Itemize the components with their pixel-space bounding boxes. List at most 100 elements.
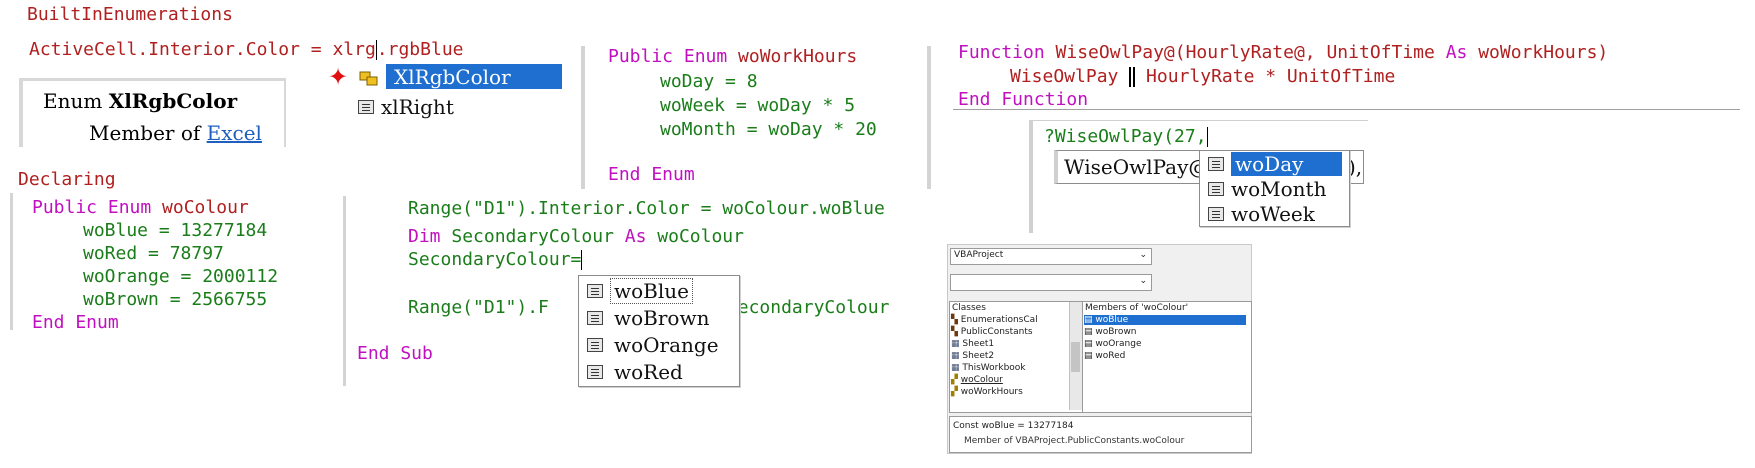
module-icon: ▚ [951,315,958,325]
member-item[interactable]: ▤ woOrange [1084,339,1142,349]
using-line-2: Dim SecondaryColour As woColour [408,225,744,248]
constant-icon [587,310,603,325]
member-item[interactable]: ▤ woRed [1084,351,1125,361]
code-typed: xlrg [332,39,376,60]
class-item[interactable]: ▦ Sheet2 [951,351,994,361]
type-name: woColour [646,226,744,247]
enum-member-line: woRed = 78797 [83,243,224,264]
classes-scrollbar[interactable] [1069,302,1082,410]
tooltip-tail: ), [1348,155,1363,179]
list-item-label: woDay [1231,151,1342,176]
constant-icon [1208,156,1224,171]
member-label: woRed [1095,351,1126,361]
enum-member-line: woDay = 8 [660,71,758,92]
enum-member-line: woBrown = 2566755 [83,289,268,310]
list-item-woblue[interactable]: woBlue [579,277,739,304]
object-browser-panel: VBAProject ⌄ ⌄ Classes ▚ EnumerationsCal… [947,244,1252,454]
text-cursor [1206,127,1208,147]
chevron-down-icon: ⌄ [1139,276,1147,286]
constant-icon [587,364,603,379]
chevron-down-icon: ⌄ [1139,250,1147,260]
classes-header: Classes [952,303,986,313]
class-item[interactable]: ▚ PublicConstants [951,327,1033,337]
enum-member-line: woWeek = woDay * 5 [660,95,856,116]
function-signature: Function WiseOwlPay@(HourlyRate@, UnitOf… [958,41,1608,64]
tooltip-keyword: Enum [43,89,109,113]
list-item-wobrown[interactable]: woBrown [579,304,739,331]
scrollbar-thumb[interactable] [1071,342,1080,372]
heading-declaring: Declaring [18,169,116,190]
class-label: woColour [960,375,1003,385]
constant-icon [1208,206,1224,221]
tooltip-enum-name: XlRgbColor [108,89,238,113]
class-item[interactable]: ▞ woColour [951,375,1003,385]
sheet-icon: ▦ [951,339,960,349]
search-dropdown[interactable]: ⌄ [950,274,1152,291]
enum-member-line: woMonth = woDay * 20 [660,119,877,140]
constant-icon [358,99,374,114]
list-item-womonth[interactable]: woMonth [1200,176,1349,201]
list-item-woweek[interactable]: woWeek [1200,201,1349,226]
immediate-input[interactable]: ?WiseOwlPay(27, [1044,125,1208,148]
details-pane: Const woBlue = 13277184 Member of VBAPro… [949,416,1252,453]
project-dropdown[interactable]: VBAProject ⌄ [950,248,1152,265]
enum-workhours-header: Public Enum woWorkHours [608,45,857,68]
assignment-text: SecondaryColour= [408,249,582,270]
procedure-separator [953,109,1740,110]
list-item-xlright[interactable]: xlRight [358,94,454,119]
list-item-xlrgbcolor[interactable]: XlRgbColor [386,64,562,89]
immediate-text: ?WiseOwlPay(27, [1044,126,1207,147]
code-line-activecell: ActiveCell.Interior.Color = xlrg.rgbBlue [29,38,464,61]
code-window-border-left [581,46,585,189]
class-item[interactable]: ▚ EnumerationsCal [951,315,1038,325]
class-item[interactable]: ▦ ThisWorkbook [951,363,1026,373]
list-item-label: XlRgbColor [394,64,511,89]
tooltip-excel-link[interactable]: Excel [207,121,262,145]
red-star-icon: ✦ [328,63,349,91]
tooltip-member-of: Member of [89,121,207,145]
tooltip-title: Enum XlRgbColor [43,89,237,113]
list-item-wored[interactable]: woRed [579,358,739,385]
body-part: WiseOwlPay [1010,66,1130,87]
class-item[interactable]: ▞ woWorkHours [951,387,1023,397]
members-header: Members of 'woColour' [1085,303,1189,313]
classes-pane[interactable]: Classes ▚ EnumerationsCal ▚ PublicConsta… [949,301,1083,413]
list-item-label: xlRight [381,94,454,119]
code-window-border-right [927,46,931,189]
members-pane[interactable]: Members of 'woColour' ▤ woBlue ▤ woBrown… [1082,301,1252,413]
enum-class-icon [359,70,379,88]
variable-name: SecondaryColour [451,226,625,247]
class-item[interactable]: ▦ Sheet1 [951,339,994,349]
line4-end: SecondaryColour [726,297,890,318]
autocomplete-list-builtin[interactable]: XlRgbColor [386,64,562,89]
constant-icon [587,283,603,298]
list-item-woday[interactable]: woDay [1200,151,1349,176]
class-label: woWorkHours [960,387,1023,397]
autocomplete-list-workhours[interactable]: woDay woMonth woWeek [1199,150,1350,227]
using-line-3: SecondaryColour= [408,248,583,271]
detail-member-of: Member of VBAProject.PublicConstants.woC… [964,436,1185,446]
end-enum: End Enum [32,312,119,333]
line4-start: Range("D1").F [408,297,549,318]
kw-function: Function [958,42,1056,63]
list-item-label: woRed [614,359,683,384]
end-enum: End Enum [608,164,695,185]
kw-public-enum: Public Enum [32,197,163,218]
heading-builtin-enumerations: BuiltInEnumerations [27,4,233,25]
code-window-border-left [343,196,346,386]
class-label: Sheet2 [962,351,995,361]
list-item-label: woWeek [1231,201,1315,226]
member-item[interactable]: ▤ woBlue [1084,315,1246,325]
list-item-label: woMonth [1231,176,1327,201]
list-item-label: woBlue [610,277,693,304]
list-item-woorange[interactable]: woOrange [579,331,739,358]
end-function: End Function [958,89,1089,110]
member-item[interactable]: ▤ woBrown [1084,327,1137,337]
code-suffix: .rgbBlue [376,39,464,60]
enum-name: woWorkHours [738,46,858,67]
autocomplete-list-colour[interactable]: woBlue woBrown woOrange woRed [578,275,740,387]
end-sub: End Sub [357,343,433,364]
detail-declaration: Const woBlue = 13277184 [953,421,1074,431]
signature-part: woWorkHours) [1467,42,1609,63]
constant-icon: ▤ [1084,351,1093,361]
